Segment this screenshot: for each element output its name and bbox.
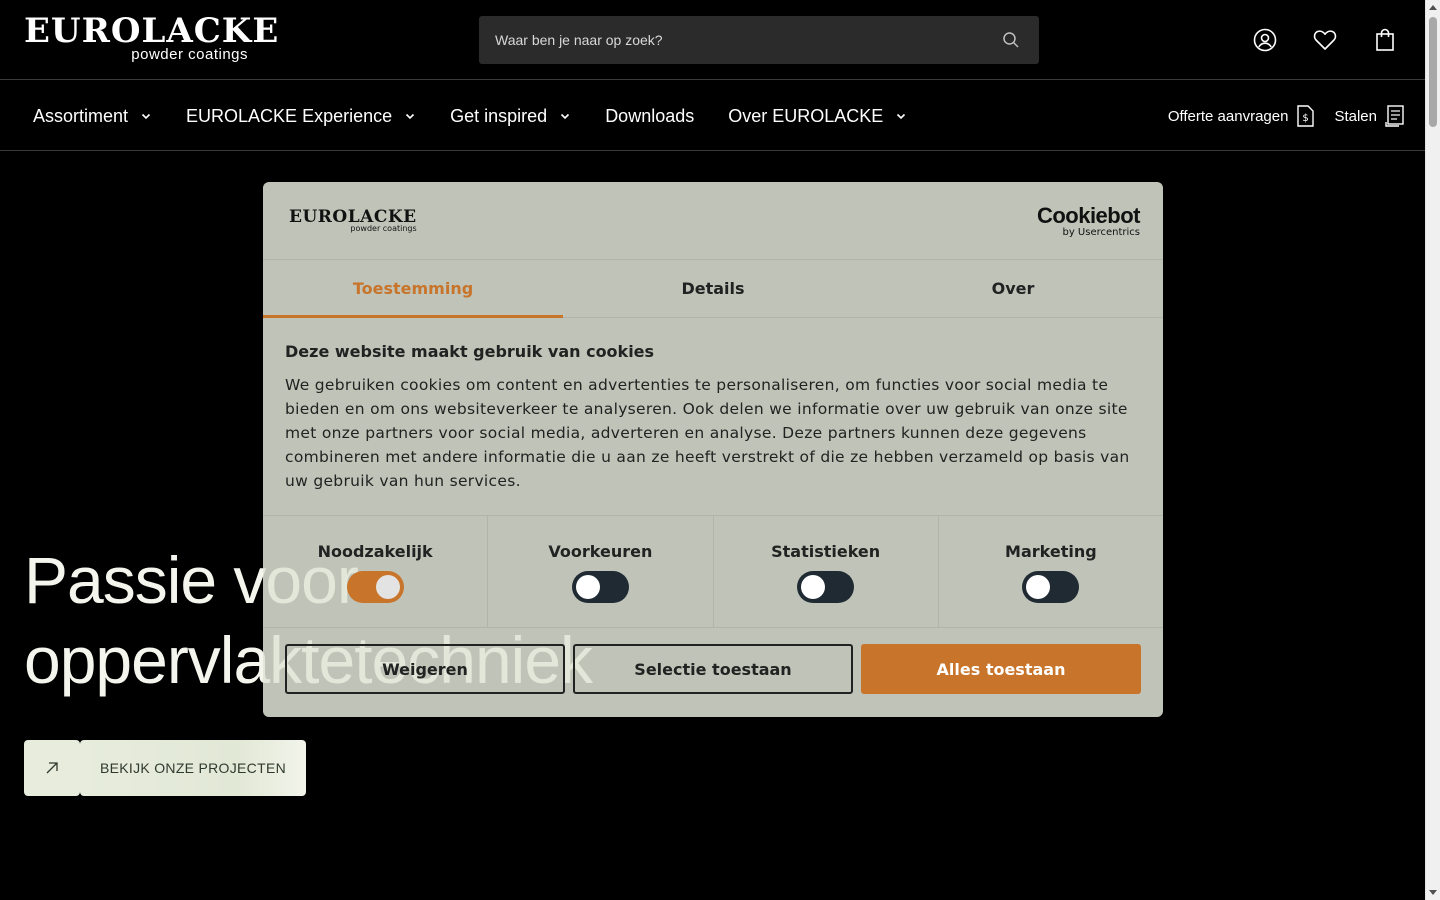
quote-icon: $ [1297, 105, 1315, 127]
chevron-down-icon [897, 113, 906, 120]
logo-sub-text: powder coatings [131, 46, 248, 63]
toggle-label: Marketing [1005, 542, 1097, 561]
cookie-description: We gebruiken cookies om content en adver… [285, 376, 1130, 490]
view-projects-button[interactable]: BEKIJK ONZE PROJECTEN [24, 740, 306, 796]
toggle-label: Statistieken [771, 542, 881, 561]
cookiebot-logo[interactable]: Cookiebot by Usercentrics [1036, 203, 1141, 239]
toggle-label: Noodzakelijk [317, 542, 433, 561]
nav-item-label: EUROLACKE Experience [186, 105, 393, 126]
cookie-buttons: Weigeren Selectie toestaan Alles toestaa… [285, 644, 1141, 694]
heart-icon[interactable] [1313, 26, 1337, 54]
cookie-tabs: Toestemming Details Over [263, 260, 1163, 318]
svg-text:$: $ [1303, 113, 1309, 124]
nav-item-get-inspired[interactable]: Get inspired [450, 106, 571, 127]
allow-all-button[interactable]: Alles toestaan [861, 644, 1141, 694]
toggle-group-statistieken: Statistieken [714, 516, 939, 627]
quote-request-link[interactable]: Offerte aanvragen $ [1168, 105, 1315, 127]
main-nav: Assortiment EUROLACKE Experience Get ins… [0, 81, 1425, 151]
cart-icon[interactable] [1373, 26, 1397, 54]
chevron-down-icon [561, 113, 570, 120]
marketing-toggle[interactable] [1022, 571, 1080, 603]
samples-label: Stalen [1334, 107, 1377, 125]
nav-item-label: Get inspired [450, 105, 548, 126]
search-bar [479, 16, 1039, 64]
samples-icon [1385, 105, 1404, 127]
tab-over[interactable]: Over [863, 260, 1163, 317]
nav-item-label: Downloads [605, 105, 695, 126]
tab-toestemming[interactable]: Toestemming [263, 260, 563, 318]
arrow-up-right-icon [24, 740, 80, 796]
nav-item-experience[interactable]: EUROLACKE Experience [186, 106, 416, 127]
cookie-heading: Deze website maakt gebruik van cookies [285, 342, 655, 361]
toggle-knob [1026, 575, 1051, 599]
nav-item-downloads[interactable]: Downloads [605, 106, 694, 127]
logo-main-text: EUROLACKE [24, 11, 280, 51]
cookie-category-toggles: Noodzakelijk Voorkeuren Statistieken Mar… [263, 515, 1163, 628]
toggle-knob [801, 575, 826, 599]
allow-selection-button[interactable]: Selectie toestaan [573, 644, 853, 694]
toggle-knob [375, 575, 400, 599]
necessary-toggle[interactable] [346, 571, 404, 603]
header: EUROLACKE powder coatings [0, 0, 1425, 80]
page: EUROLACKE powder coatings Assortiment [0, 0, 1425, 900]
preferences-toggle[interactable] [571, 571, 629, 603]
quote-request-label: Offerte aanvragen [1167, 107, 1289, 125]
nav-item-assortiment[interactable]: Assortiment [33, 106, 152, 127]
toggle-group-marketing: Marketing [939, 516, 1163, 627]
cookie-dialog-header: EUROLACKE powder coatings Cookiebot by U… [263, 182, 1163, 260]
nav-item-over-eurolacke[interactable]: Over EUROLACKE [728, 106, 907, 127]
cookiebot-brand-sub: by Usercentrics [1062, 227, 1140, 238]
cookiebot-brand-main: Cookiebot [1036, 203, 1141, 228]
logo[interactable]: EUROLACKE powder coatings [24, 11, 280, 66]
toggle-label: Voorkeuren [548, 542, 653, 561]
reject-button[interactable]: Weigeren [285, 644, 565, 694]
toggle-group-voorkeuren: Voorkeuren [488, 516, 714, 627]
scroll-up-icon[interactable] [1429, 5, 1437, 10]
search-icon[interactable] [1001, 30, 1021, 50]
cookie-dialog-body: Deze website maakt gebruik van cookies W… [285, 342, 1145, 493]
statistics-toggle[interactable] [797, 571, 855, 603]
page-scrollbar[interactable] [1425, 0, 1440, 900]
toggle-knob [575, 575, 600, 599]
samples-link[interactable]: Stalen [1334, 105, 1405, 127]
chevron-down-icon [406, 113, 415, 120]
nav-item-label: Over EUROLACKE [728, 105, 884, 126]
scroll-down-icon[interactable] [1429, 890, 1437, 895]
view-projects-label: BEKIJK ONZE PROJECTEN [80, 740, 306, 796]
scrollbar-thumb[interactable] [1429, 17, 1437, 127]
toggle-group-noodzakelijk: Noodzakelijk [263, 516, 489, 627]
account-icon[interactable] [1253, 26, 1277, 54]
header-icons [1253, 26, 1397, 54]
cookie-consent-dialog: EUROLACKE powder coatings Cookiebot by U… [263, 182, 1163, 717]
nav-item-label: Assortiment [33, 105, 129, 126]
nav-right: Offerte aanvragen $ Stalen [1168, 81, 1405, 151]
tab-details[interactable]: Details [563, 260, 863, 317]
search-input[interactable] [479, 16, 989, 64]
chevron-down-icon [141, 113, 151, 120]
cookie-dialog-logo: EUROLACKE powder coatings [289, 208, 417, 233]
